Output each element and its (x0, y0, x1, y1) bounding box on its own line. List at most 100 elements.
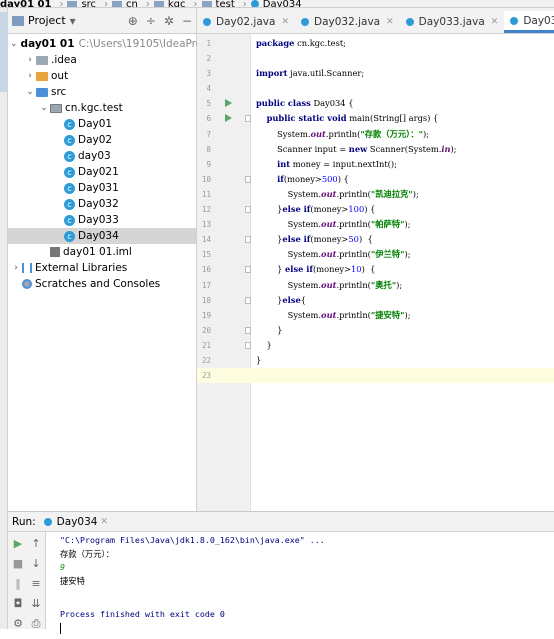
editor-tab[interactable]: Day034.java✕ (504, 11, 554, 33)
tree-item[interactable]: c Day034 (8, 228, 196, 244)
soft-wrap-icon[interactable]: ≡ (30, 578, 42, 590)
line-number: 22 (201, 355, 211, 365)
folder-icon (36, 71, 48, 81)
close-icon[interactable]: ✕ (100, 517, 108, 527)
fold-icon[interactable] (245, 341, 251, 349)
tree-item[interactable]: c Day021 (8, 164, 196, 180)
tree-item-label: src (51, 86, 67, 98)
class-icon: c (64, 118, 75, 130)
chevron-down-icon[interactable]: ⌄ (24, 84, 36, 100)
run-gutter-icon[interactable] (225, 114, 232, 123)
fold-icon[interactable] (245, 115, 251, 123)
editor-tab-label: Day032.java (313, 16, 381, 28)
tree-item[interactable]: c Day032 (8, 196, 196, 212)
code-line: 9 int money = input.nextInt(); (197, 157, 554, 172)
console-output[interactable]: "C:\Program Files\Java\jdk1.8.0_162\bin\… (60, 534, 554, 639)
tree-item[interactable]: c Day02 (8, 132, 196, 148)
fold-icon[interactable] (245, 175, 251, 183)
minimize-icon[interactable]: − (182, 14, 192, 28)
close-icon[interactable]: ✕ (491, 17, 499, 27)
tree-item[interactable]: › out (8, 68, 196, 84)
settings-icon[interactable]: ⚙ (12, 618, 24, 630)
tree-item[interactable]: ⌄ cn.kgc.test (8, 100, 196, 116)
breadcrumb-label: kgc (167, 0, 186, 8)
fold-icon[interactable] (245, 296, 251, 304)
module-file-icon (50, 247, 60, 257)
line-number: 21 (201, 340, 211, 350)
tree-item[interactable]: ⌄ src (8, 84, 196, 100)
editor-tab[interactable]: Day02.java ✕ (197, 11, 295, 33)
camera-icon[interactable]: ◘ (12, 598, 24, 610)
tree-item[interactable]: c Day033 (8, 212, 196, 228)
editor-tab[interactable]: Day032.java ✕ (295, 11, 400, 33)
breadcrumb-item[interactable]: day01 01 (0, 0, 55, 7)
code-line: 14 }else if(money>50) { (197, 232, 554, 247)
gear-icon[interactable]: ✲ (164, 14, 174, 28)
close-icon[interactable]: ✕ (386, 17, 394, 27)
fold-icon[interactable] (245, 206, 251, 214)
tree-item[interactable]: c Day01 (8, 116, 196, 132)
collapse-icon[interactable]: ÷ (146, 14, 156, 28)
run-gutter-icon[interactable] (225, 99, 232, 108)
chevron-right-icon[interactable]: › (24, 68, 36, 84)
class-icon: c (64, 150, 75, 162)
tree-item[interactable]: ⌄ day01 01 C:\Users\19105\IdeaProje (8, 36, 212, 52)
code-text: if(money>500) { (277, 173, 349, 184)
tree-item[interactable]: › External Libraries (8, 260, 196, 276)
code-text: }else if(money>50) { (256, 234, 373, 245)
tree-item-label: Day021 (78, 166, 119, 178)
tree-item[interactable]: › .idea (8, 52, 196, 68)
tree-item[interactable]: day01 01.iml (8, 244, 196, 260)
tree-item[interactable]: c Day031 (8, 180, 196, 196)
code-line: 16 } else if(money>10) { (197, 262, 554, 277)
library-icon (22, 263, 32, 273)
stop-icon[interactable]: ■ (12, 558, 24, 570)
tree-item[interactable]: Scratches and Consoles (8, 276, 196, 292)
code-area[interactable]: 1 package cn.kgc.test; 2 3 import java.util.… (197, 36, 554, 384)
code-text: System.out.println("奥托"); (256, 279, 403, 290)
chevron-down-icon[interactable]: ⌄ (10, 36, 18, 52)
breadcrumb-separator: › (59, 0, 64, 8)
chevron-right-icon[interactable]: › (10, 260, 22, 276)
line-number: 15 (201, 250, 211, 260)
code-line: 2 (197, 51, 554, 66)
project-tool-tab[interactable] (0, 12, 8, 92)
fold-icon[interactable] (245, 326, 251, 334)
line-number: 13 (201, 220, 211, 230)
settings-target-icon[interactable]: ⊕ (128, 14, 138, 28)
line-number: 23 (201, 371, 211, 381)
close-icon[interactable]: ✕ (281, 17, 289, 27)
code-line: 20 } (197, 323, 554, 338)
tree-item-label: day03 (78, 150, 111, 162)
code-text: public class Day034 { (256, 98, 354, 109)
chevron-down-icon[interactable]: ⌄ (38, 100, 50, 116)
editor-tab[interactable]: Day033.java ✕ (400, 11, 505, 33)
project-view-selector[interactable]: Project ▾ (12, 14, 76, 28)
arrow-down-icon[interactable]: ↓ (30, 558, 42, 570)
console-line: 捷安特 (60, 575, 85, 586)
scroll-to-end-icon[interactable]: ⇊ (30, 598, 42, 610)
breadcrumb-item[interactable]: cn (112, 0, 142, 7)
fold-icon[interactable] (245, 266, 251, 274)
pause-icon[interactable]: ‖ (12, 578, 24, 590)
breadcrumb-item[interactable]: kgc (153, 0, 190, 8)
project-panel-title: Project (28, 14, 66, 27)
run-tab[interactable]: Day034 ✕ (43, 516, 108, 528)
tree-item[interactable]: c day03 (8, 148, 196, 164)
rerun-icon[interactable]: ▶ (12, 538, 24, 550)
chevron-right-icon[interactable]: › (24, 52, 36, 68)
print-icon[interactable]: ⎙ (30, 618, 42, 630)
run-panel-header: Run: Day034 ✕ (8, 512, 554, 532)
class-icon (510, 16, 519, 25)
arrow-up-icon[interactable]: ↑ (30, 538, 42, 550)
breadcrumb-item[interactable]: test (201, 0, 239, 7)
line-number: 4 (206, 84, 211, 94)
run-label: Run: (12, 515, 36, 528)
tree-item-label: Scratches and Consoles (35, 278, 161, 290)
breadcrumb-item[interactable]: Day034 (250, 0, 306, 7)
editor-tab-label: Day02.java (216, 16, 276, 28)
tree-item-path: C:\Users\19105\IdeaProje (78, 38, 212, 50)
breadcrumb-item[interactable]: src (67, 0, 100, 7)
folder-icon (36, 87, 48, 97)
fold-icon[interactable] (245, 236, 251, 244)
